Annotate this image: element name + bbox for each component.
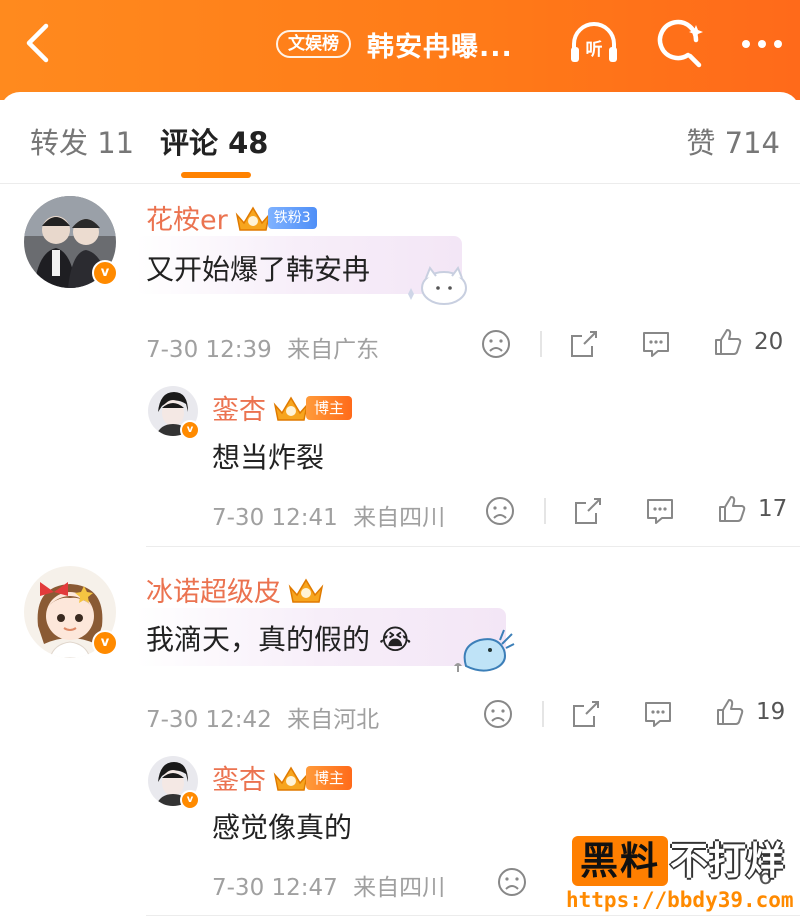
reply-username[interactable]: 銮杏 (212, 388, 266, 427)
thumbs-up-icon (717, 699, 744, 725)
share-icon (575, 498, 601, 524)
crown-badge-icon (272, 393, 310, 423)
reply-username[interactable]: 銮杏 (212, 758, 266, 797)
fan-level-badge: 铁粉3 (267, 206, 317, 229)
listen-label: 听 (586, 39, 603, 60)
tab-bar: 转发 11 评论 48 赞 714 (0, 92, 800, 184)
crown-badge-icon (287, 575, 325, 605)
reply-location: 来自四川 (353, 505, 446, 531)
comment-location: 来自广东 (287, 337, 380, 363)
reply-button[interactable] (644, 495, 676, 527)
dislike-button[interactable] (496, 866, 528, 898)
watermark-box-text: 黑料 (572, 836, 668, 886)
watermark-url: https://bbdy39.com (566, 888, 794, 912)
dislike-button[interactable] (482, 698, 514, 730)
reply-time: 7-30 12:47 (212, 875, 338, 901)
tab-comments[interactable]: 评论 48 (160, 120, 268, 162)
crown-badge-icon (272, 763, 310, 793)
blogger-badge: 博主 (306, 395, 353, 420)
frown-face-icon (482, 330, 510, 358)
listen-icon[interactable]: 听 (566, 16, 622, 72)
comment-text: 又开始爆了韩安冉 (146, 253, 371, 286)
watermark-logo: 黑料 不打烊 https://bbdy39.com (562, 832, 800, 922)
comment-text: 我滴天，真的假的 (146, 623, 371, 656)
dislike-button[interactable] (484, 495, 516, 527)
thumbs-up-icon (715, 329, 742, 355)
action-separator (540, 331, 542, 357)
watermark-text: 不打烊 (670, 839, 785, 883)
share-button[interactable] (572, 495, 604, 527)
crown-badge-icon (234, 203, 272, 233)
verified-badge-icon: v (180, 420, 200, 440)
crying-emoji: 😭 (378, 623, 412, 656)
comment-divider (146, 546, 800, 547)
reply-text: 想当炸裂 (212, 441, 325, 474)
like-button[interactable]: 17 (716, 493, 787, 525)
action-separator (544, 498, 546, 524)
like-button[interactable]: 20 (712, 326, 783, 358)
like-count: 20 (754, 329, 784, 355)
frown-face-icon (484, 700, 512, 728)
search-icon[interactable] (652, 16, 708, 72)
ranking-tag[interactable]: 文娱榜 (276, 30, 351, 58)
dolphin-sticker-icon (446, 626, 518, 676)
tab-likes[interactable]: 赞 714 (686, 120, 780, 162)
share-icon (571, 331, 597, 357)
reply-button[interactable] (640, 328, 672, 360)
share-button[interactable] (568, 328, 600, 360)
comment-time: 7-30 12:39 (146, 337, 272, 363)
frown-face-icon (498, 868, 526, 896)
back-arrow-icon[interactable] (14, 18, 64, 68)
like-count: 19 (756, 699, 786, 725)
share-icon (573, 701, 599, 727)
title-area[interactable]: 文娱榜 韩安冉曝... (276, 22, 513, 66)
dislike-button[interactable] (480, 328, 512, 360)
cat-sticker-icon (380, 262, 472, 306)
reply-text: 感觉像真的 (212, 811, 353, 844)
verified-badge-icon: v (180, 790, 200, 810)
comment-icon (647, 499, 673, 524)
username[interactable]: 花桉er (146, 198, 228, 237)
username[interactable]: 冰诺超级皮 (146, 570, 281, 609)
verified-badge-icon: v (92, 260, 118, 286)
tab-repost[interactable]: 转发 11 (30, 120, 134, 162)
blogger-badge: 博主 (306, 765, 353, 790)
top-bar: 文娱榜 韩安冉曝... 听 (0, 0, 800, 100)
page-title: 韩安冉曝... (367, 31, 513, 63)
verified-badge-icon: v (92, 630, 118, 656)
reply-location: 来自四川 (353, 875, 446, 901)
comment-icon (645, 702, 671, 727)
more-icon[interactable] (734, 16, 790, 72)
reply-time: 7-30 12:41 (212, 505, 338, 531)
comment-icon (643, 332, 669, 357)
comment-location: 来自河北 (287, 707, 380, 733)
share-button[interactable] (570, 698, 602, 730)
frown-face-icon (486, 497, 514, 525)
reply-button[interactable] (642, 698, 674, 730)
comment-time: 7-30 12:42 (146, 707, 272, 733)
thumbs-up-icon (719, 496, 746, 522)
like-button[interactable]: 19 (714, 696, 785, 728)
tab-indicator (181, 172, 251, 178)
like-count: 17 (758, 496, 788, 522)
action-separator (542, 701, 544, 727)
